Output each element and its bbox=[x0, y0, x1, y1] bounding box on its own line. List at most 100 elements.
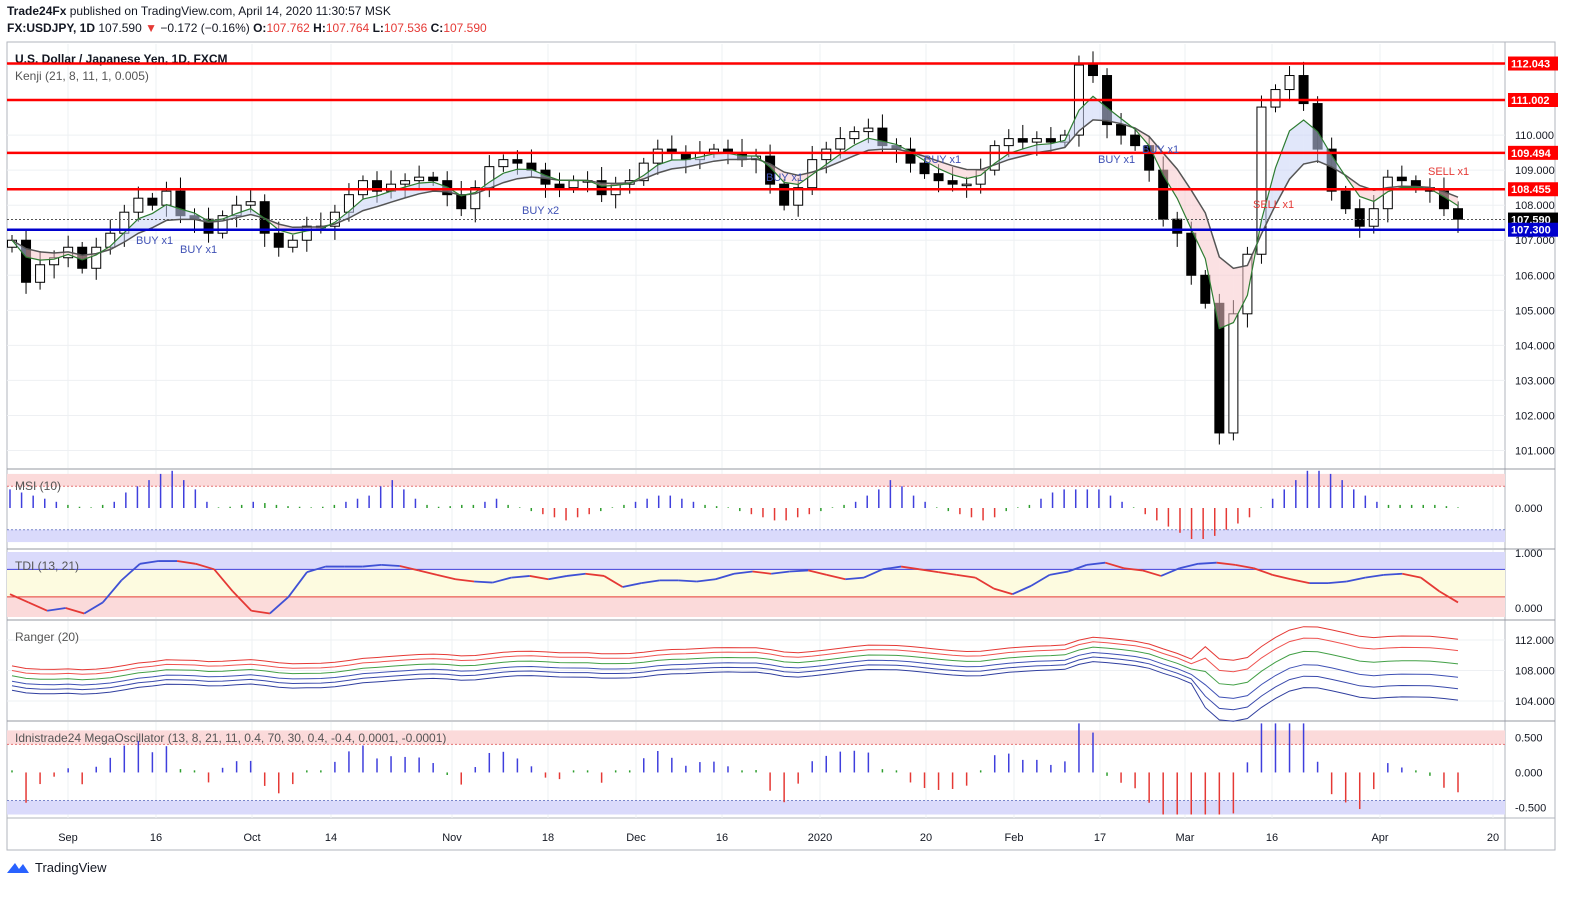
candle-body bbox=[1228, 313, 1239, 434]
x-tick-label: 16 bbox=[716, 832, 728, 844]
x-tick-label: 14 bbox=[325, 832, 337, 844]
candle-body bbox=[357, 180, 368, 196]
msi-title: MSI (10) bbox=[15, 479, 61, 493]
candle-body bbox=[133, 197, 144, 213]
ranger-band-line bbox=[11, 637, 1459, 675]
tdi-upper-zone bbox=[7, 552, 1505, 570]
mega-tick: -0.500 bbox=[1515, 802, 1546, 814]
x-tick-label: Feb bbox=[1005, 832, 1024, 844]
candle-body bbox=[498, 159, 509, 168]
ranger-tick: 104.000 bbox=[1515, 696, 1555, 708]
candle-body bbox=[933, 173, 944, 182]
candle-body bbox=[961, 183, 972, 187]
y-tick-label: 110.000 bbox=[1515, 130, 1554, 142]
mega-lower-band bbox=[7, 800, 1505, 815]
y-tick-label: 107.000 bbox=[1515, 235, 1555, 247]
chart-canvas[interactable]: Sep 16 Oct 14 Nov 18 Dec 16 2020 20 Feb 17 Mar 16 Apr 2… bbox=[0, 0, 1591, 898]
kenji-slow-line bbox=[11, 119, 1459, 270]
ranger-tick: 108.000 bbox=[1515, 666, 1555, 678]
tdi-tick: 1.000 bbox=[1515, 548, 1543, 560]
candle-body bbox=[1172, 218, 1183, 234]
ranger-title: Ranger (20) bbox=[15, 630, 79, 644]
candle-body bbox=[1017, 138, 1028, 143]
tdi-mid-zone bbox=[7, 569, 1505, 597]
candle-body bbox=[652, 148, 663, 164]
level-label: 112.043 bbox=[1511, 59, 1550, 71]
footer-brand: TradingView bbox=[5, 860, 107, 875]
y-tick-label: 104.000 bbox=[1515, 340, 1555, 352]
candle-body bbox=[1200, 274, 1211, 304]
x-tick-label: 2020 bbox=[808, 832, 832, 844]
x-tick-label: 18 bbox=[542, 832, 554, 844]
candle-body bbox=[1003, 138, 1014, 147]
kenji-indicator-label: Kenji (21, 8, 11, 1, 0.005) bbox=[15, 69, 149, 83]
tdi-line-segment bbox=[381, 564, 400, 567]
candle-body bbox=[1130, 134, 1141, 147]
candle-body bbox=[1045, 138, 1056, 143]
candle-body bbox=[1087, 64, 1098, 77]
candle-body bbox=[400, 180, 411, 185]
candle-body bbox=[821, 148, 832, 161]
candle-body bbox=[1186, 232, 1197, 276]
candle-body bbox=[1340, 190, 1351, 210]
x-tick-label: Dec bbox=[626, 832, 646, 844]
buy-signal-label: BUY x1 bbox=[924, 154, 961, 166]
candle-body bbox=[147, 197, 158, 206]
y-tick-label: 106.000 bbox=[1515, 270, 1555, 282]
buy-signal-label: BUY x2 bbox=[522, 205, 559, 217]
x-tick-label: 16 bbox=[1266, 832, 1278, 844]
y-tick-label: 109.000 bbox=[1515, 165, 1555, 177]
level-label: 108.455 bbox=[1511, 184, 1551, 196]
candle-body bbox=[849, 131, 860, 140]
tradingview-logo-icon bbox=[7, 862, 29, 873]
buy-signal-label: BUY x1 bbox=[136, 235, 173, 247]
candle-body bbox=[1031, 138, 1042, 143]
sell-signal-label: SELL x1 bbox=[1253, 199, 1294, 211]
candle-body bbox=[512, 159, 523, 164]
buy-signal-label: BUY x1 bbox=[1098, 154, 1135, 166]
tdi-line-segment bbox=[474, 580, 493, 584]
candle-body bbox=[1453, 208, 1463, 220]
buy-signal-label: BUY x1 bbox=[766, 172, 803, 184]
tdi-line-segment bbox=[1198, 561, 1217, 565]
candle-body bbox=[245, 201, 256, 206]
msi-upper-band bbox=[7, 473, 1505, 487]
candle-body bbox=[91, 246, 102, 269]
tdi-line-segment bbox=[1383, 572, 1403, 576]
candle-body bbox=[863, 127, 874, 133]
y-tick-label: 108.000 bbox=[1515, 200, 1555, 212]
candle-body bbox=[554, 183, 565, 189]
x-tick-label: Oct bbox=[243, 832, 260, 844]
candle-body bbox=[1396, 176, 1407, 182]
level-label: 107.300 bbox=[1511, 225, 1551, 237]
ranger-band-line bbox=[11, 651, 1459, 699]
candle-body bbox=[835, 138, 846, 150]
x-tick-label: 17 bbox=[1094, 832, 1106, 844]
x-tick-label: 20 bbox=[1487, 832, 1499, 844]
brand-name[interactable]: TradingView bbox=[35, 860, 107, 875]
mega-tick: 0.500 bbox=[1515, 732, 1543, 744]
candle-body bbox=[779, 183, 790, 206]
candle-body bbox=[568, 180, 579, 189]
x-tick-label: Sep bbox=[58, 832, 78, 844]
candle-body bbox=[456, 194, 467, 210]
x-tick-label: 16 bbox=[150, 832, 162, 844]
candle-body bbox=[1354, 208, 1365, 227]
tdi-lower-zone bbox=[7, 596, 1505, 617]
mega-tick: 0.000 bbox=[1515, 767, 1543, 779]
ranger-band-line bbox=[11, 646, 1459, 686]
candle-body bbox=[414, 176, 425, 182]
x-tick-label: 20 bbox=[920, 832, 932, 844]
candle-body bbox=[1368, 208, 1379, 227]
msi-lower-band bbox=[7, 529, 1505, 543]
tdi-line-segment bbox=[678, 579, 697, 583]
mega-title: Idnistrade24 MegaOscillator (13, 8, 21, … bbox=[15, 731, 446, 745]
y-tick-label: 101.000 bbox=[1515, 445, 1555, 457]
candle-body bbox=[273, 232, 284, 248]
candle-body bbox=[1284, 75, 1295, 91]
y-tick-label: 102.000 bbox=[1515, 410, 1555, 422]
candle-body bbox=[1270, 89, 1281, 108]
msi-tick: 0.000 bbox=[1515, 503, 1543, 515]
candle-body bbox=[947, 180, 958, 185]
buy-signal-label: BUY x1 bbox=[1142, 144, 1179, 156]
